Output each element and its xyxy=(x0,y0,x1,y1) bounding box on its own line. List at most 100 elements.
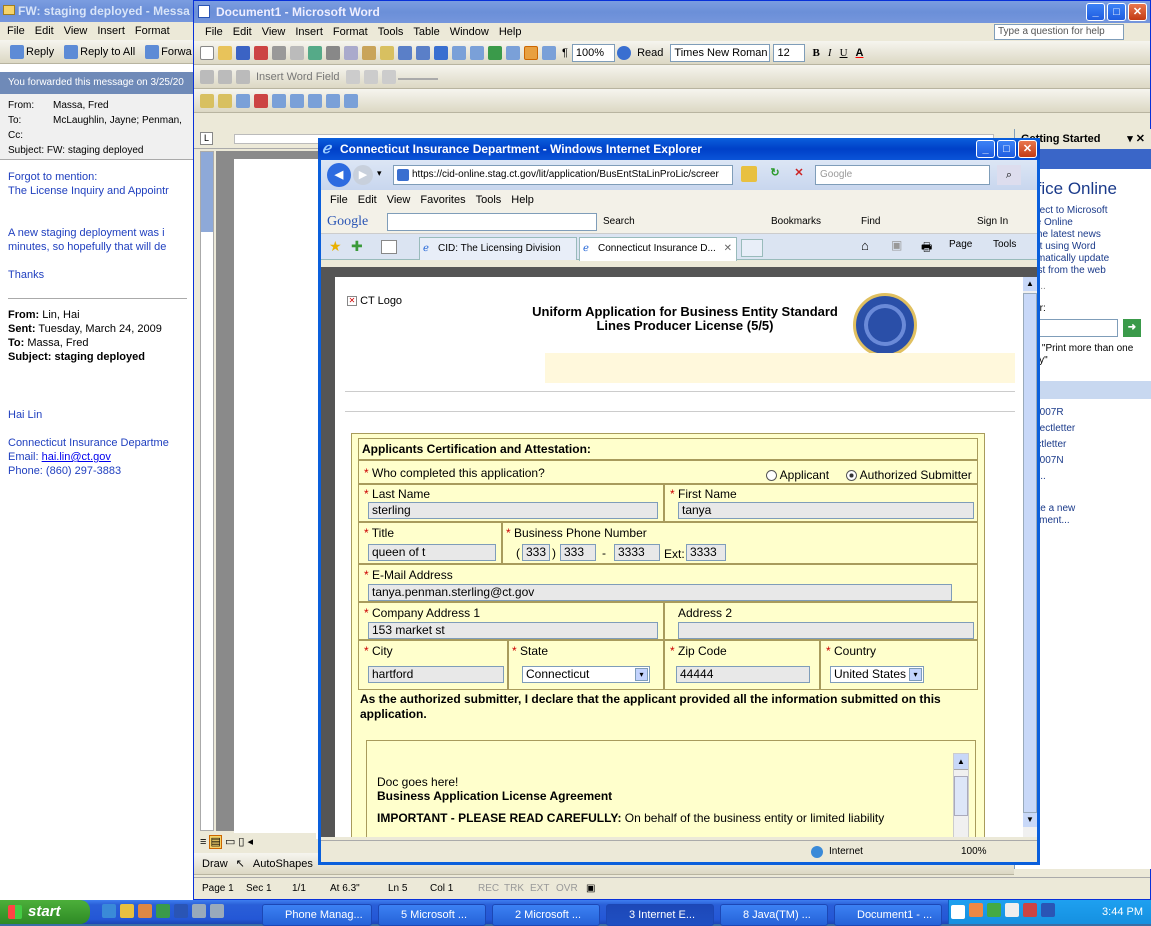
ask-question-box[interactable]: Type a question for help xyxy=(994,24,1124,40)
review-icon[interactable] xyxy=(254,94,268,109)
columns-icon[interactable] xyxy=(506,46,520,61)
ie-launch-icon[interactable] xyxy=(102,904,116,918)
word-close-button[interactable]: ✕ xyxy=(1128,3,1147,21)
country-select[interactable]: United States ▾ xyxy=(830,666,924,683)
outlook-menu-view[interactable]: View xyxy=(59,25,93,37)
mailmerge-icon[interactable] xyxy=(381,70,396,85)
task-pane-close-icon[interactable]: ▾ ✕ xyxy=(1127,129,1145,149)
applicant-radio[interactable]: Applicant xyxy=(766,468,829,482)
spelling-status-icon[interactable]: ▣ xyxy=(586,883,595,894)
word-menu-view[interactable]: View xyxy=(257,26,291,38)
word-menu-edit[interactable]: Edit xyxy=(228,26,257,38)
ie-menu-edit[interactable]: Edit xyxy=(353,194,382,206)
reply-button[interactable]: Reply xyxy=(4,40,58,63)
word-minimize-button[interactable]: _ xyxy=(1086,3,1105,21)
signature-email-link[interactable]: hai.lin@ct.gov xyxy=(42,451,111,463)
pane-link[interactable]: bout using Word xyxy=(1023,241,1151,253)
forward-button[interactable]: Forwa xyxy=(139,40,196,63)
copy-icon[interactable] xyxy=(344,46,358,61)
address1-input[interactable]: 153 market st xyxy=(368,622,658,639)
recent-file-link[interactable]: ore... xyxy=(1023,469,1151,485)
recent-pages-icon[interactable]: ▾ xyxy=(377,168,382,179)
mailmerge-icon[interactable] xyxy=(363,70,378,85)
status-ovr[interactable]: OVR xyxy=(556,878,586,900)
pane-link[interactable]: ffice Online xyxy=(1023,217,1151,229)
ie-menu-help[interactable]: Help xyxy=(506,194,539,206)
permission-icon[interactable] xyxy=(254,46,268,61)
ie-content[interactable]: ✕ CT Logo Uniform Application for Busine… xyxy=(321,267,1037,837)
home-icon[interactable]: ⌂ xyxy=(861,238,869,253)
zoom-level[interactable]: 100% xyxy=(961,841,987,863)
last-name-input[interactable]: sterling xyxy=(368,502,658,519)
pane-link[interactable]: et the latest news xyxy=(1023,229,1151,241)
word-maximize-button[interactable]: □ xyxy=(1107,3,1126,21)
bookmarks-button[interactable]: Bookmarks xyxy=(771,210,821,234)
recent-file-link[interactable]: ejectletter xyxy=(1023,437,1151,453)
state-select[interactable]: Connecticut ▾ xyxy=(522,666,650,683)
record-field[interactable] xyxy=(397,78,438,80)
lock-icon[interactable] xyxy=(741,166,757,182)
recent-file-link[interactable]: en2007N xyxy=(1023,453,1151,469)
pane-search-go-icon[interactable]: ➜ xyxy=(1123,319,1141,337)
format-painter-icon[interactable] xyxy=(380,46,394,61)
ie-window[interactable]: ℯ Connecticut Insurance Department - Win… xyxy=(318,138,1040,865)
google-search-input[interactable] xyxy=(387,213,597,231)
print-icon[interactable]: 🖶 xyxy=(921,238,932,259)
agreement-scrollbar[interactable]: ▲ xyxy=(953,753,969,837)
email-input[interactable]: tanya.penman.sterling@ct.gov xyxy=(368,584,952,601)
recent-file-link[interactable]: _rejectletter xyxy=(1023,421,1151,437)
reply-all-button[interactable]: Reply to All xyxy=(58,40,139,63)
ie-menu-tools[interactable]: Tools xyxy=(471,194,507,206)
font-color-button[interactable]: A xyxy=(852,41,868,64)
zoom-select[interactable]: 100% xyxy=(571,44,616,62)
mailmerge-icon[interactable] xyxy=(200,70,214,85)
ruler-tab-selector[interactable]: L xyxy=(200,132,213,145)
web-view-button[interactable]: ▤ xyxy=(209,835,222,849)
ie-minimize-button[interactable]: _ xyxy=(976,140,995,158)
phone-area-input[interactable]: 333 xyxy=(522,544,550,561)
feeds-icon[interactable]: ▣ xyxy=(891,238,902,252)
review-icon[interactable] xyxy=(200,94,214,109)
taskbar-internet-explorer[interactable]: 3 Internet E... xyxy=(606,904,714,926)
outlook-menu-insert[interactable]: Insert xyxy=(92,25,130,37)
ie-title-bar[interactable]: ℯ Connecticut Insurance Department - Win… xyxy=(318,138,1040,160)
paste-icon[interactable] xyxy=(362,46,376,61)
save-icon[interactable] xyxy=(236,46,250,61)
refresh-icon[interactable]: ↻ xyxy=(767,166,783,182)
word-title-bar[interactable]: Document1 - Microsoft Word _ □ ✕ xyxy=(194,1,1150,23)
autoshapes-menu[interactable]: AutoShapes xyxy=(249,853,317,874)
redo-icon[interactable] xyxy=(416,46,430,61)
drawing-icon[interactable] xyxy=(524,46,538,61)
excel-launch-icon[interactable] xyxy=(156,904,170,918)
powerpoint-launch-icon[interactable] xyxy=(138,904,152,918)
outlook-title-bar[interactable]: FW: staging deployed - Messa xyxy=(0,0,200,22)
tray-icon[interactable] xyxy=(951,905,965,919)
print-icon[interactable] xyxy=(272,46,286,61)
find-button[interactable]: Find xyxy=(861,210,880,234)
tray-icon[interactable] xyxy=(1005,902,1019,917)
phone-prefix-input[interactable]: 333 xyxy=(560,544,596,561)
phone-line-input[interactable]: 3333 xyxy=(614,544,660,561)
print-view-button[interactable]: ▭ xyxy=(225,836,235,848)
search-icon[interactable]: ⌕ xyxy=(997,165,1021,185)
undo-icon[interactable] xyxy=(398,46,412,61)
word-menu-insert[interactable]: Insert xyxy=(290,26,328,38)
google-search-button[interactable]: Search xyxy=(603,210,635,234)
add-favorites-icon[interactable]: ✚ xyxy=(351,238,363,255)
outline-view-button[interactable]: ▯ xyxy=(238,836,244,848)
review-icon[interactable] xyxy=(344,94,358,109)
taskbar-java[interactable]: 8 Java(TM) ... xyxy=(720,904,828,926)
tab-cid-licensing[interactable]: ℯ CID: The Licensing Division xyxy=(419,237,577,260)
normal-view-button[interactable]: ≡ xyxy=(200,836,206,848)
mailmerge-icon[interactable] xyxy=(345,70,360,85)
help-icon[interactable] xyxy=(617,46,632,61)
phone-ext-input[interactable]: 3333 xyxy=(686,544,726,561)
ie-menu-file[interactable]: File xyxy=(325,194,353,206)
word-menu-help[interactable]: Help xyxy=(494,26,527,38)
print-preview-icon[interactable] xyxy=(290,46,304,61)
scroll-up-icon[interactable]: ▲ xyxy=(954,754,968,770)
tools-menu[interactable]: Tools xyxy=(993,239,1016,250)
tray-icon[interactable] xyxy=(1041,902,1055,917)
insert-word-field-button[interactable]: Insert Word Field xyxy=(252,65,344,88)
sort-icon[interactable] xyxy=(290,94,304,109)
